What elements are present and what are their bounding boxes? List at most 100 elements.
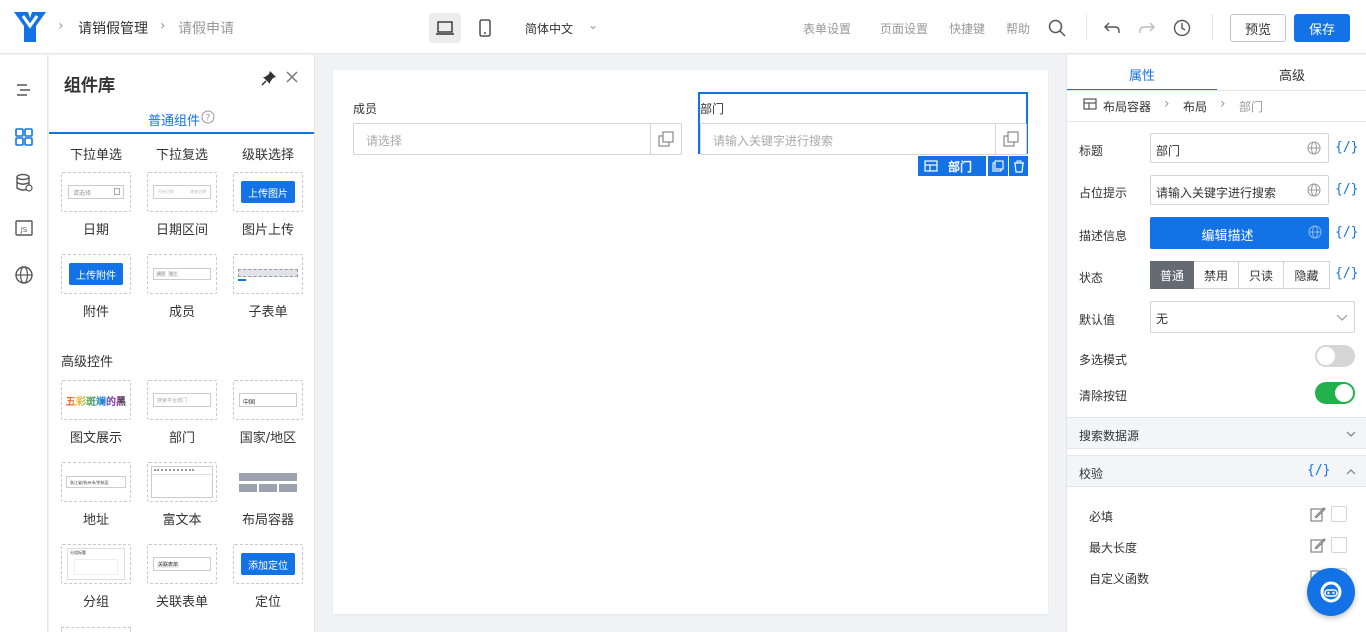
edit-icon[interactable] [1310, 506, 1326, 522]
title-input[interactable]: 部门 [1150, 133, 1329, 163]
state-normal-option[interactable]: 普通 [1150, 261, 1194, 289]
top-bar: › 请销假管理 › 请假申请 简体中文 ⌄ 表单设置 页面设置 快捷键 帮助 预… [0, 0, 1366, 54]
component-attachment[interactable]: 上传附件 附件 [61, 254, 131, 320]
placeholder-label: 占位提示 [1079, 186, 1128, 200]
state-label: 状态 [1079, 271, 1104, 285]
globe-icon[interactable] [1307, 141, 1321, 155]
tab-advanced[interactable]: 高级 [1279, 65, 1305, 84]
library-title: 组件库 [64, 76, 115, 96]
globe-icon[interactable] [1307, 183, 1321, 197]
data-source-icon[interactable] [14, 173, 34, 193]
breadcrumb-item[interactable]: 布局 [1183, 98, 1207, 115]
breadcrumb-item[interactable]: 部门 [1239, 98, 1263, 115]
component-layout-container[interactable]: 布局容器 [233, 462, 303, 528]
chevron-down-icon: ⌄ [588, 18, 599, 32]
duplicate-icon [992, 160, 1004, 172]
component-image-upload[interactable]: 上传图片 图片上传 [233, 172, 303, 238]
component-subform[interactable]: 子表单 [233, 254, 303, 320]
member-field-input[interactable]: 请选择 [353, 123, 682, 155]
member-picker-addon[interactable] [650, 124, 681, 154]
pin-icon[interactable] [261, 70, 277, 86]
tab-common-components[interactable]: 普通组件 [148, 110, 200, 129]
validation-required-checkbox[interactable] [1331, 506, 1347, 522]
default-value-select[interactable]: 无 [1150, 301, 1355, 333]
state-hidden-option[interactable]: 隐藏 [1284, 261, 1330, 289]
clear-button-toggle[interactable] [1315, 382, 1355, 404]
variable-binding-button[interactable]: {/} [1335, 225, 1358, 240]
variable-binding-button[interactable]: {/} [1335, 140, 1358, 155]
globe-icon[interactable] [1308, 225, 1322, 239]
app-name-link[interactable]: 请销假管理 [78, 18, 148, 38]
component-single-select[interactable]: 下拉单选 [61, 137, 131, 163]
language-label: 简体中文 [525, 22, 574, 36]
validation-maxlength-checkbox[interactable] [1331, 537, 1347, 553]
component-group[interactable]: 分组标题 分组 [61, 544, 131, 610]
component-date-range[interactable]: 开始日期 - 结束日期 日期区间 [147, 172, 217, 238]
variable-binding-button[interactable]: {/} [1307, 463, 1330, 478]
component-multi-select[interactable]: 下拉复选 [147, 137, 217, 163]
page-name[interactable]: 请假申请 [178, 18, 234, 38]
globe-icon[interactable] [14, 265, 34, 285]
advanced-controls-title: 高级控件 [61, 355, 114, 370]
department-picker-addon[interactable] [995, 124, 1026, 154]
validation-custom-label: 自定义函数 [1089, 572, 1150, 586]
component-department[interactable]: 搜索平台部门 部门 [147, 380, 217, 446]
selected-tag-label: 部门 [948, 159, 973, 174]
component-rich-display[interactable]: 五彩斑斓的黑 图文展示 [61, 380, 131, 446]
search-datasource-section[interactable]: 搜索数据源 [1067, 417, 1366, 449]
layout-icon [1083, 98, 1097, 110]
preview-button[interactable]: 预览 [1230, 14, 1286, 42]
breadcrumb-item[interactable]: 布局容器 [1103, 98, 1151, 115]
help-link[interactable]: 帮助 [1006, 20, 1030, 37]
components-grid-icon[interactable] [14, 127, 34, 147]
copy-component-button[interactable] [988, 156, 1008, 176]
save-button[interactable]: 保存 [1294, 14, 1350, 42]
chevron-up-icon [1346, 469, 1356, 475]
divider [1067, 121, 1366, 122]
desktop-view-button[interactable] [429, 13, 461, 43]
state-disabled-option[interactable]: 禁用 [1194, 261, 1239, 289]
component-location[interactable]: 添加定位 定位 [233, 544, 303, 610]
undo-icon[interactable] [1103, 19, 1121, 37]
search-icon[interactable] [1048, 19, 1066, 37]
tab-properties[interactable]: 属性 [1129, 65, 1155, 84]
component-library-panel: 组件库 普通组件 ? 下拉单选 下拉复选 级联选择 请选择 日期 开始日期 - 结束… [49, 55, 315, 632]
validation-section[interactable]: 校验 {/} [1067, 455, 1366, 487]
page-settings-link[interactable]: 页面设置 [880, 20, 928, 37]
redo-icon[interactable] [1138, 19, 1156, 37]
help-circle-icon[interactable]: ? [201, 110, 215, 124]
department-field-input[interactable]: 请输入关键字进行搜索 [700, 123, 1027, 155]
variable-binding-button[interactable]: {/} [1335, 182, 1358, 197]
description-label: 描述信息 [1079, 229, 1128, 243]
edit-description-button[interactable]: 编辑描述 [1150, 217, 1329, 249]
properties-panel: 属性 高级 布局容器 › 布局 › 部门 标题 部门 {/} 占位提示 请输入关… [1066, 55, 1366, 632]
component-date[interactable]: 请选择 日期 [61, 172, 131, 238]
clear-button-label: 清除按钮 [1079, 389, 1128, 403]
edit-icon[interactable] [1310, 537, 1326, 553]
component-address[interactable]: 浙江省/杭州市/余杭区 地址 [61, 462, 131, 528]
selected-component-tag[interactable]: 部门 [918, 156, 986, 176]
state-readonly-option[interactable]: 只读 [1239, 261, 1284, 289]
component-country[interactable]: 中国 国家/地区 [233, 380, 303, 446]
laptop-icon [436, 21, 454, 35]
outline-icon[interactable] [14, 80, 34, 100]
delete-component-button[interactable] [1009, 156, 1028, 176]
placeholder-input[interactable]: 请输入关键字进行搜索 [1150, 175, 1329, 205]
component-rich-text[interactable]: 富文本 [147, 462, 217, 528]
js-icon[interactable]: JS [14, 218, 34, 238]
customer-service-button[interactable] [1307, 568, 1355, 616]
component-linked-form[interactable]: 关联表单 关联表单 [147, 544, 217, 610]
component-cascade-select[interactable]: 级联选择 [233, 137, 303, 163]
shortcuts-link[interactable]: 快捷键 [949, 20, 985, 37]
left-icon-bar: JS [0, 55, 48, 632]
chevron-right-icon: › [160, 18, 166, 34]
app-logo-icon[interactable] [14, 12, 46, 42]
history-icon[interactable] [1173, 19, 1191, 37]
copy-icon [1003, 131, 1019, 147]
form-settings-link[interactable]: 表单设置 [803, 20, 851, 37]
variable-binding-button[interactable]: {/} [1335, 266, 1358, 281]
component-member[interactable]: 成员 张三 成员 [147, 254, 217, 320]
multi-select-toggle[interactable] [1315, 345, 1355, 367]
close-icon[interactable] [285, 70, 299, 84]
mobile-view-button[interactable] [469, 13, 501, 43]
